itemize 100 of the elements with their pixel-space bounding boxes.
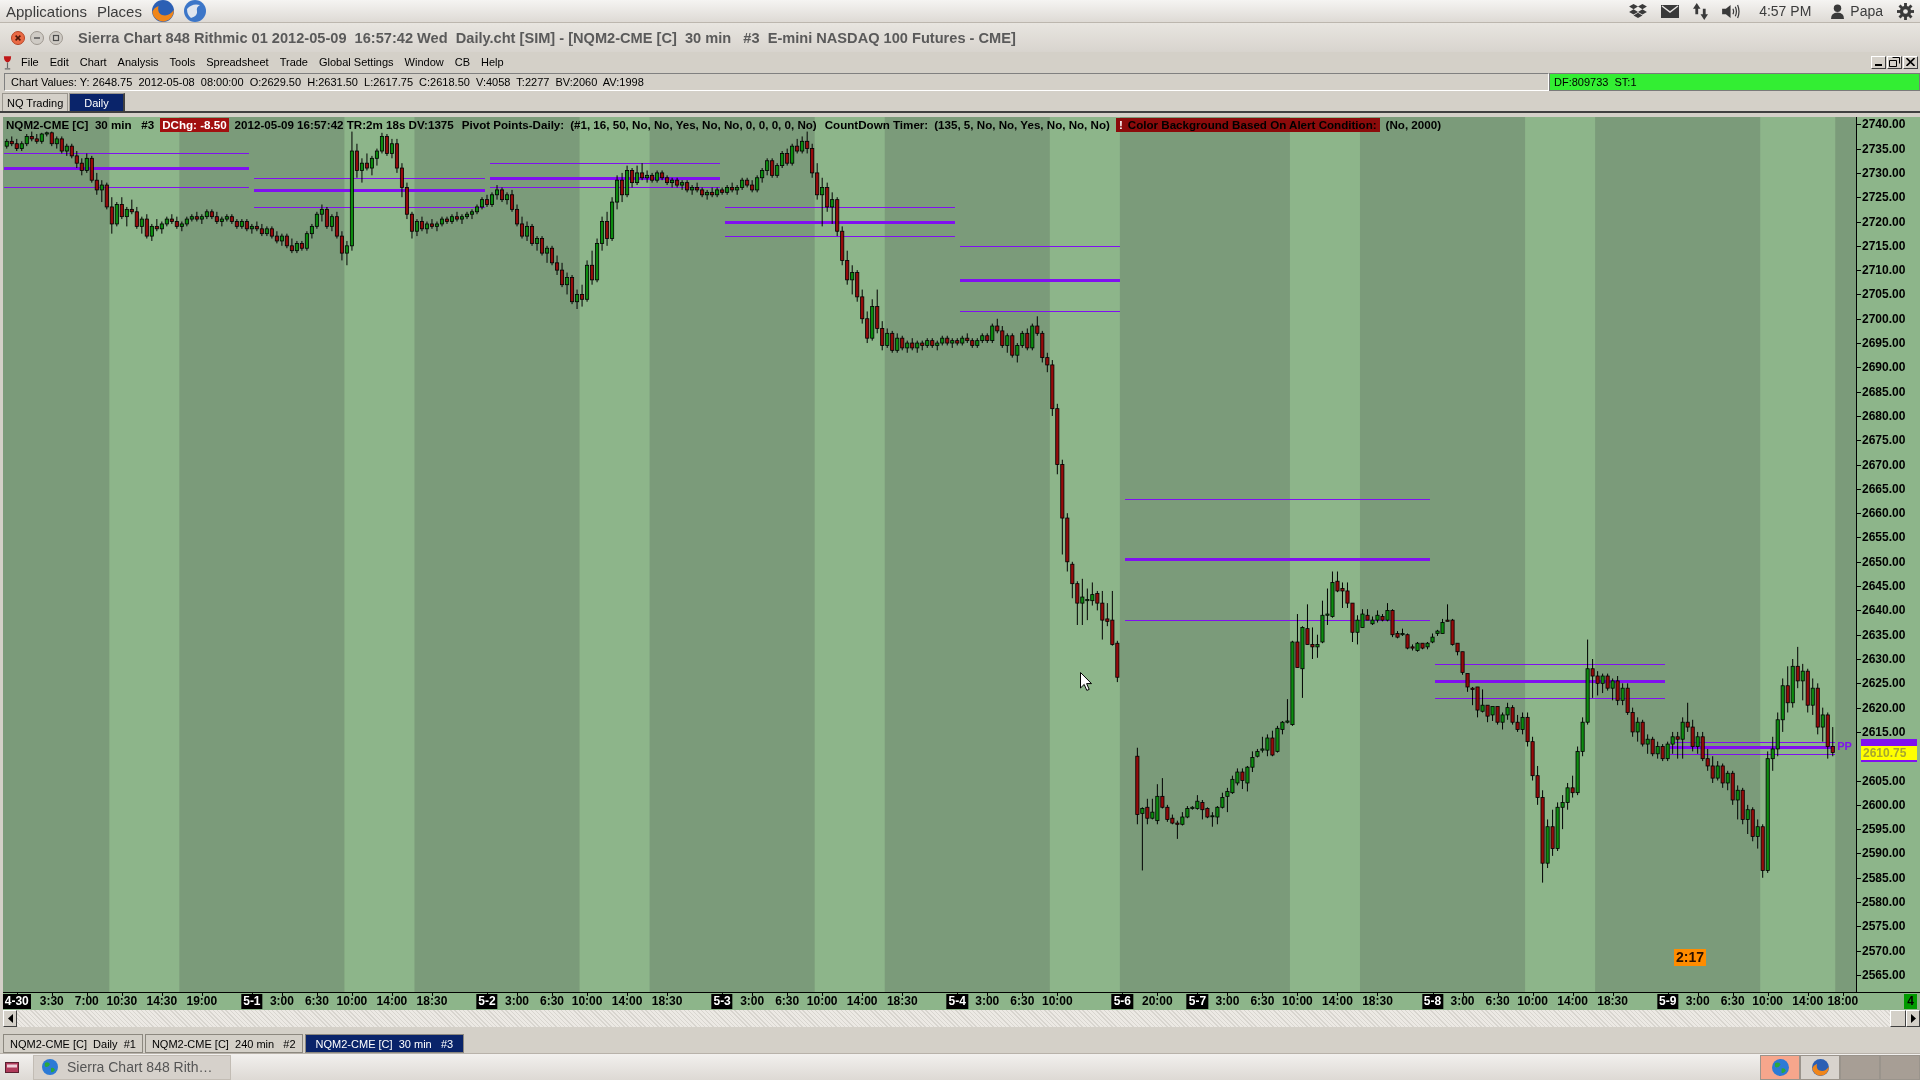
- price-axis-label: 2715.00: [1862, 238, 1906, 253]
- user-name[interactable]: Papa: [1850, 3, 1883, 19]
- volume-icon[interactable]: [1722, 3, 1742, 19]
- time-axis-label: 14:00: [1792, 994, 1824, 1009]
- price-axis-label: 2685.00: [1862, 384, 1906, 399]
- time-axis-label: 10:30: [106, 994, 138, 1009]
- close-button[interactable]: [11, 30, 25, 45]
- menu-item[interactable]: Spreadsheet: [202, 55, 273, 69]
- price-axis-label: 2615.00: [1862, 724, 1906, 739]
- menu-item[interactable]: File: [17, 55, 43, 69]
- price-axis-label: 2620.00: [1862, 700, 1906, 715]
- date-label: 5-4: [946, 994, 968, 1009]
- price-axis-label: 2680.00: [1862, 408, 1906, 423]
- time-axis-label: 6:30: [1010, 994, 1035, 1009]
- time-axis-label: 18:30: [651, 994, 683, 1009]
- price-axis-label: 2660.00: [1862, 506, 1906, 521]
- price-axis-label: 2605.00: [1862, 773, 1906, 788]
- time-axis-label: 6:30: [1250, 994, 1275, 1009]
- panel-menu[interactable]: Applications: [6, 2, 87, 20]
- price-axis-label: 2740.00: [1862, 117, 1906, 132]
- workspace-button[interactable]: [1840, 1054, 1880, 1080]
- taskbar-window-button[interactable]: Sierra Chart 848 Rith…: [33, 1054, 231, 1080]
- globe-icon: [1771, 1058, 1789, 1076]
- time-axis-label: 10:00: [1282, 994, 1313, 1009]
- time-axis-label: 14:00: [376, 994, 408, 1009]
- user-icon[interactable]: [1831, 3, 1845, 19]
- maximize-button[interactable]: [49, 30, 63, 45]
- restore-button[interactable]: [1887, 55, 1902, 69]
- restore-icon: [1889, 57, 1900, 67]
- menu-item[interactable]: Edit: [45, 55, 73, 69]
- price-axis-label: 2595.00: [1862, 822, 1906, 837]
- menu-item[interactable]: Window: [400, 55, 448, 69]
- time-axis-label: 18:00: [1827, 994, 1859, 1009]
- desktop-icon[interactable]: [5, 1061, 19, 1073]
- time-axis-label: 3:00: [740, 994, 765, 1009]
- menu-item[interactable]: Analysis: [113, 55, 163, 69]
- time-axis-label: 3:30: [39, 994, 64, 1009]
- price-axis-label: 2710.00: [1862, 263, 1906, 278]
- time-axis-label: 10:00: [571, 994, 603, 1009]
- menu-item[interactable]: Trade: [275, 55, 312, 69]
- time-axis-label: 18:30: [886, 994, 918, 1009]
- price-axis-label: 2655.00: [1862, 530, 1906, 545]
- time-axis-label: 20:00: [1142, 994, 1173, 1009]
- window-title: Sierra Chart 848 Rithmic 01 2012-05-09 16:57:42 Wed Daily.cht [SIM] - [NQM2-CME [C] 30 min #3 E-mini NASDAQ 100 Futures - CME]: [78, 29, 1016, 46]
- pivot-label: PP: [1837, 739, 1852, 753]
- scroll-right-button[interactable]: [1906, 1010, 1920, 1027]
- time-axis-label: 14:00: [1322, 994, 1353, 1009]
- chart-tab[interactable]: NQM2-CME [C] 30 min #3: [304, 1034, 465, 1053]
- date-label: 5-8: [1421, 994, 1444, 1009]
- tray-button[interactable]: [1800, 1054, 1840, 1080]
- tab[interactable]: Daily: [69, 93, 125, 111]
- swirl-icon[interactable]: [183, 0, 206, 22]
- up-down-arrows-icon[interactable]: [1693, 2, 1709, 20]
- corner-label: 4: [1904, 994, 1917, 1009]
- price-axis-label: 2575.00: [1862, 919, 1906, 934]
- daily-change-label: DChg: -8.50: [160, 118, 229, 132]
- time-axis-label: 14:00: [1557, 994, 1588, 1009]
- tray-button[interactable]: [1760, 1054, 1800, 1080]
- menu-item[interactable]: CB: [450, 55, 474, 69]
- price-axis-label: 2735.00: [1862, 141, 1906, 156]
- scrollbar-thumb[interactable]: [1890, 1010, 1906, 1027]
- date-label: 5-6: [1111, 994, 1133, 1009]
- date-label: 5-9: [1656, 994, 1679, 1009]
- workspace-button[interactable]: [1880, 1054, 1920, 1080]
- time-axis-label: 7:00: [74, 994, 99, 1009]
- clock[interactable]: 4:57 PM: [1759, 3, 1812, 19]
- mail-icon[interactable]: [1661, 4, 1680, 18]
- menu-item[interactable]: Chart: [75, 55, 111, 69]
- panel-menu[interactable]: Places: [96, 2, 142, 20]
- scroll-left-button[interactable]: [3, 1010, 17, 1027]
- time-axis-label: 6:30: [540, 994, 565, 1009]
- time-axis-label: 18:30: [416, 994, 448, 1009]
- menu-item[interactable]: Help: [477, 55, 508, 69]
- menu-item[interactable]: Tools: [165, 55, 200, 69]
- chart-tab[interactable]: NQM2-CME [C] Daily #1: [3, 1034, 143, 1053]
- time-axis-label: 10:00: [336, 994, 368, 1009]
- globe-icon[interactable]: [151, 0, 174, 22]
- time-axis-label: 3:00: [269, 994, 294, 1009]
- price-axis-label: 2690.00: [1862, 360, 1906, 375]
- chart-tab[interactable]: NQM2-CME [C] 240 min #2: [144, 1034, 303, 1053]
- gear-icon[interactable]: [1897, 2, 1914, 20]
- study-name: Pivot Points-Daily:: [461, 118, 565, 132]
- time-axis-label: 3:00: [1450, 994, 1475, 1009]
- price-axis-label: 2600.00: [1862, 797, 1906, 812]
- tab[interactable]: NQ Trading: [2, 93, 69, 111]
- time-axis-label: 10:00: [1041, 994, 1073, 1009]
- date-label: 5-7: [1186, 994, 1209, 1009]
- box-icon[interactable]: [1629, 3, 1648, 19]
- menu-item[interactable]: Global Settings: [315, 55, 398, 69]
- close-icon: [11, 30, 25, 45]
- time-axis-label: 3:00: [975, 994, 1000, 1009]
- price-axis-label: 2675.00: [1862, 433, 1906, 448]
- time-axis-label: 18:30: [1597, 994, 1628, 1009]
- price-axis-label: 2635.00: [1862, 627, 1906, 642]
- price-axis-label: 2665.00: [1862, 481, 1906, 496]
- time-axis-label: 19:00: [186, 994, 218, 1009]
- chart-info-label: 2012-05-09 16:57:42 TR:2m 18s DV:1375: [234, 118, 454, 132]
- glass-icon[interactable]: [3, 54, 12, 70]
- globe-icon: [1811, 1058, 1829, 1076]
- minimize-icon: [30, 30, 44, 45]
